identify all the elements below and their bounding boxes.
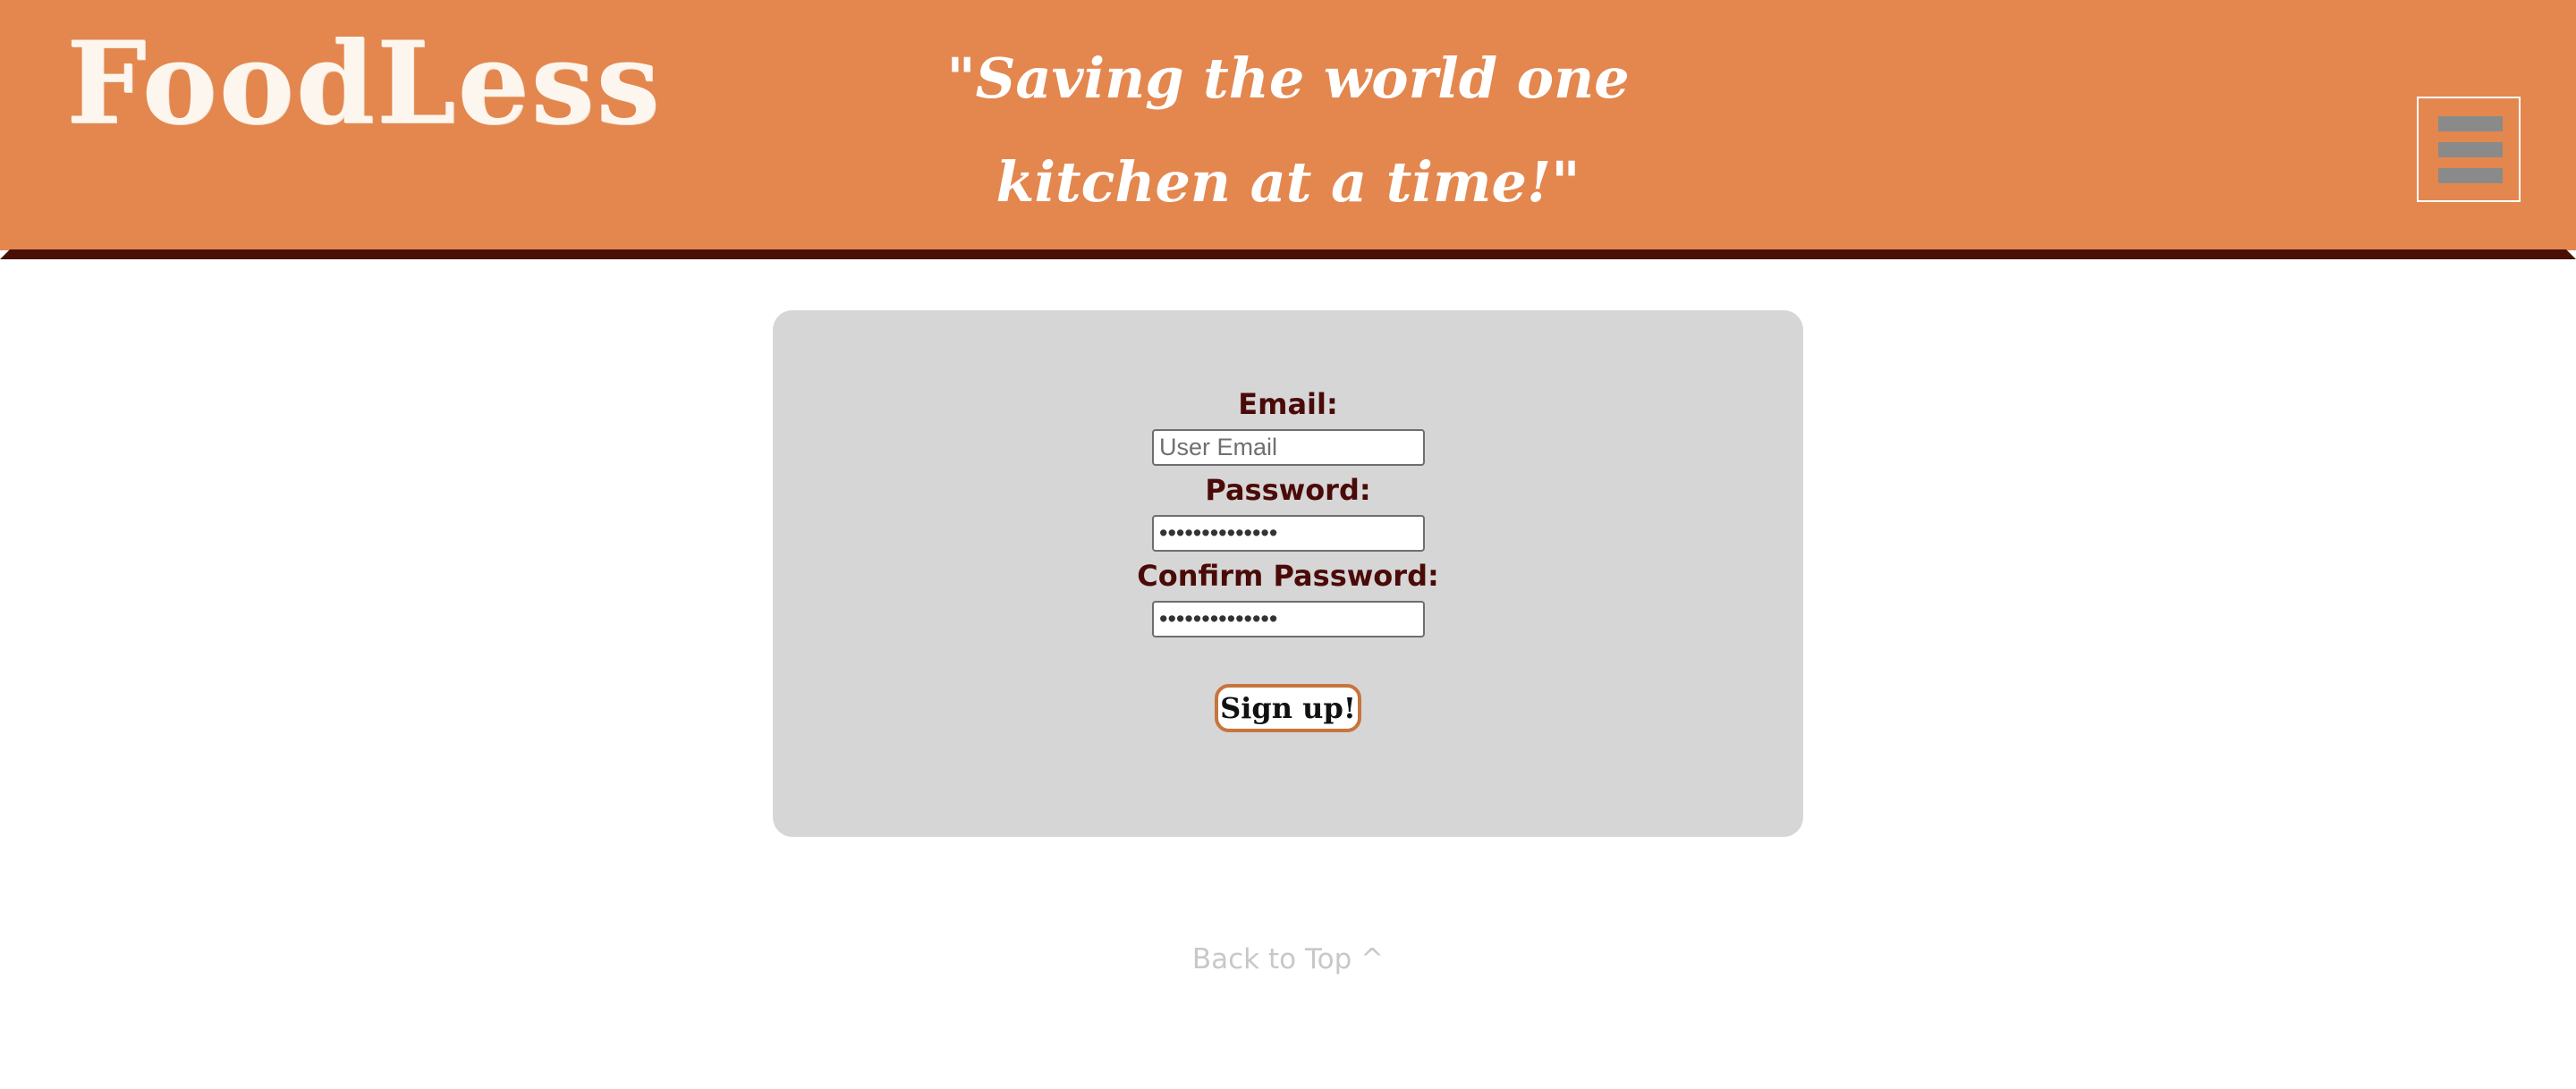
site-logo[interactable]: FoodLess <box>66 27 661 139</box>
email-label: Email: <box>1238 387 1338 421</box>
menu-bar-middle <box>2438 142 2503 157</box>
confirm-password-input[interactable] <box>1152 601 1425 637</box>
menu-bar-bottom <box>2438 168 2503 183</box>
menu-bar-top <box>2438 116 2503 131</box>
signup-form-card: Email: Password: Confirm Password: Sign … <box>773 310 1803 837</box>
back-to-top-link[interactable]: Back to Top ^ <box>1109 943 1467 975</box>
confirm-password-label: Confirm Password: <box>1137 559 1439 593</box>
email-input[interactable] <box>1152 429 1425 466</box>
password-label: Password: <box>1205 473 1371 507</box>
hamburger-menu-button[interactable] <box>2417 97 2521 202</box>
site-header: FoodLess "Saving the world one kitchen a… <box>0 0 2576 250</box>
signup-button[interactable]: Sign up! <box>1215 684 1361 732</box>
header-bottom-border <box>0 249 2576 259</box>
password-input[interactable] <box>1152 515 1425 552</box>
site-tagline: "Saving the world one kitchen at a time!… <box>946 46 1630 215</box>
